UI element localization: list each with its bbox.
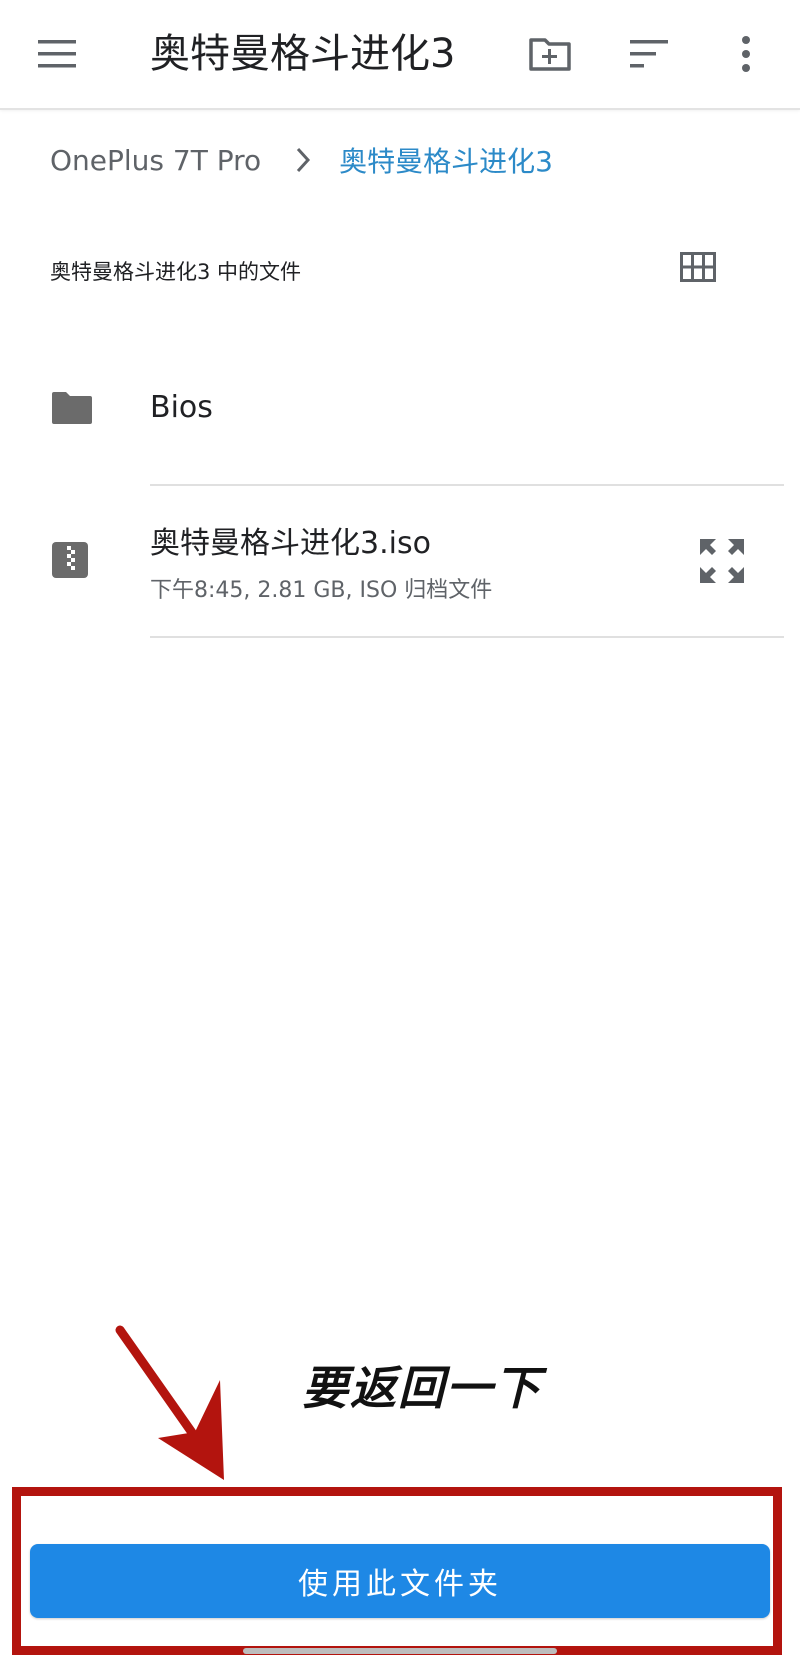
breadcrumb-root[interactable]: OnePlus 7T Pro (50, 144, 261, 177)
expand-icon (700, 539, 744, 583)
section-title: 奥特曼格斗进化3 中的文件 (50, 260, 302, 284)
list-item[interactable]: Bios (0, 360, 800, 485)
top-app-bar: 奥特曼格斗进化3 (0, 0, 800, 110)
chevron-right-icon (295, 147, 311, 173)
divider (150, 636, 784, 638)
file-meta: 下午8:45, 2.81 GB, ISO 归档文件 (150, 578, 493, 603)
grid-view-icon (680, 252, 716, 282)
arrow-annotation-icon (110, 1320, 250, 1494)
new-folder-icon (529, 38, 571, 71)
list-item[interactable]: 奥特曼格斗进化3.iso 下午8:45, 2.81 GB, ISO 归档文件 (0, 500, 800, 636)
new-folder-button[interactable] (520, 24, 580, 84)
file-name: Bios (150, 390, 213, 425)
page-title: 奥特曼格斗进化3 (150, 31, 456, 77)
file-name: 奥特曼格斗进化3.iso (150, 526, 431, 561)
annotation-text: 要返回一下 (302, 1361, 542, 1415)
grid-view-toggle[interactable] (680, 252, 722, 290)
divider (150, 484, 784, 486)
more-vert-icon (742, 36, 750, 72)
preview-button[interactable] (696, 535, 752, 591)
use-this-folder-button[interactable]: 使用此文件夹 (30, 1544, 770, 1618)
sort-icon (630, 40, 668, 68)
folder-icon (50, 390, 94, 430)
menu-button[interactable] (28, 24, 88, 84)
breadcrumb-current[interactable]: 奥特曼格斗进化3 (339, 140, 553, 180)
zip-file-icon (50, 540, 90, 584)
home-indicator[interactable] (243, 1648, 557, 1654)
sort-button[interactable] (620, 24, 680, 84)
breadcrumb: OnePlus 7T Pro 奥特曼格斗进化3 (50, 135, 553, 185)
more-options-button[interactable] (716, 24, 776, 84)
menu-icon (38, 40, 76, 68)
